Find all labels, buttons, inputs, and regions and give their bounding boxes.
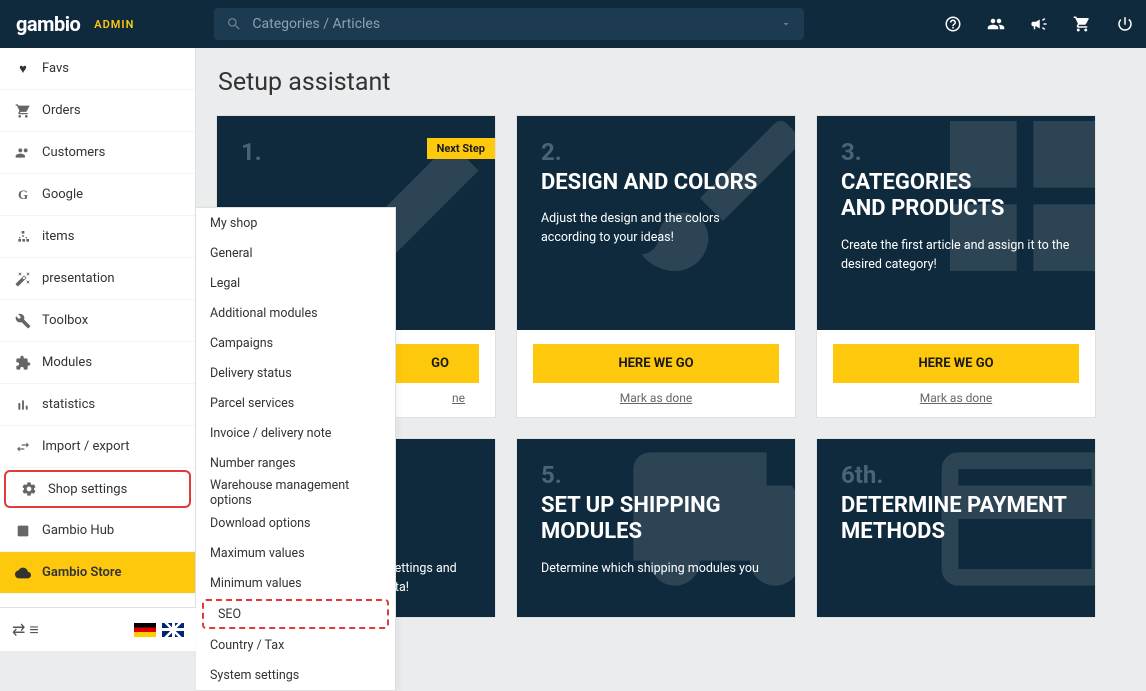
sidebar-item-label: Gambio Store — [42, 565, 121, 580]
cart-icon[interactable] — [1072, 15, 1092, 33]
sidebar-item-presentation[interactable]: presentation — [0, 258, 195, 300]
bottom-bar: ⇄ ≡ — [0, 607, 196, 651]
submenu-item-warehouse[interactable]: Warehouse management options — [196, 478, 395, 508]
submenu-item-minvalues[interactable]: Minimum values — [196, 568, 395, 598]
sidebar-item-label: items — [42, 229, 74, 244]
submenu-item-parcel[interactable]: Parcel services — [196, 388, 395, 418]
page-title: Setup assistant — [218, 68, 1126, 97]
submenu-item-myshop[interactable]: My shop — [196, 208, 395, 238]
search-icon — [226, 16, 242, 32]
search-placeholder: Categories / Articles — [252, 16, 780, 32]
sidebar-item-label: presentation — [42, 271, 115, 286]
search-dropdown[interactable]: Categories / Articles — [214, 8, 804, 40]
sidebar-item-customers[interactable]: Customers — [0, 132, 195, 174]
help-icon[interactable] — [944, 15, 962, 33]
sidebar-item-label: Gambio Hub — [42, 523, 114, 538]
submenu-item-campaigns[interactable]: Campaigns — [196, 328, 395, 358]
flag-de-icon[interactable] — [134, 623, 156, 637]
submenu-item-invoice[interactable]: Invoice / delivery note — [196, 418, 395, 448]
submenu-item-addmodules[interactable]: Additional modules — [196, 298, 395, 328]
wrench-icon — [14, 313, 32, 329]
sidebar-item-google[interactable]: G Google — [0, 174, 195, 216]
submenu-item-maxvalues[interactable]: Maximum values — [196, 538, 395, 568]
brush-shape-icon — [625, 116, 795, 296]
sidebar-item-label: Customers — [42, 145, 105, 160]
puzzle-icon — [14, 355, 32, 371]
submenu-item-delivery[interactable]: Delivery status — [196, 358, 395, 388]
sidebar-item-favs[interactable]: ♥ Favs — [0, 48, 195, 90]
sidebar-item-gambio-hub[interactable]: Gambio Hub — [0, 510, 195, 552]
submenu-item-country[interactable]: Country / Tax — [196, 630, 395, 660]
cart-icon — [14, 103, 32, 119]
logo: gambio — [16, 12, 80, 36]
sidebar-item-label: statistics — [42, 397, 95, 412]
card-2: 2. DESIGN AND COLORS Adjust the design a… — [516, 115, 796, 418]
submenu-item-system[interactable]: System settings — [196, 660, 395, 690]
sidebar-item-label: Favs — [42, 61, 69, 76]
gears-icon — [20, 481, 38, 497]
sidebar-item-orders[interactable]: Orders — [0, 90, 195, 132]
megaphone-icon[interactable] — [1030, 15, 1048, 33]
sidebar-item-gambio-store[interactable]: Gambio Store — [0, 552, 195, 594]
top-icons — [944, 15, 1134, 33]
sidebar-item-toolbox[interactable]: Toolbox — [0, 300, 195, 342]
submenu-item-download[interactable]: Download options — [196, 508, 395, 538]
sitemap-icon — [14, 229, 32, 245]
sidebar-item-label: Modules — [42, 355, 92, 370]
mark-done-link[interactable]: Mark as done — [517, 391, 795, 417]
submenu-item-general[interactable]: General — [196, 238, 395, 268]
users-icon[interactable] — [986, 15, 1006, 33]
chart-icon — [14, 397, 32, 413]
submenu-item-number[interactable]: Number ranges — [196, 448, 395, 478]
sidebar-item-shop-settings[interactable]: Shop settings — [4, 470, 191, 508]
topbar: gambio ADMIN Categories / Articles — [0, 0, 1146, 48]
submenu-item-legal[interactable]: Legal — [196, 268, 395, 298]
sidebar-item-label: Toolbox — [42, 313, 88, 328]
sidebar-item-label: Import / export — [42, 439, 129, 454]
sidebar: ♥ Favs Orders Customers G Google items pre… — [0, 48, 196, 651]
sidebar-item-label: Google — [42, 187, 83, 202]
card-3: 3. CATEGORIES AND PRODUCTS Create the fi… — [816, 115, 1096, 418]
next-step-badge: Next Step — [427, 138, 495, 159]
flag-uk-icon[interactable] — [162, 623, 184, 637]
mark-done-link[interactable]: Mark as done — [817, 391, 1095, 417]
sidebar-item-label: Orders — [42, 103, 81, 118]
google-icon: G — [14, 187, 32, 203]
here-we-go-button[interactable]: HERE WE GO — [833, 344, 1079, 383]
submenu-item-seo[interactable]: SEO — [202, 599, 389, 629]
submenu-shop-settings: My shop General Legal Additional modules… — [196, 207, 396, 691]
card-6: 6th. DETERMINE PAYMENT METHODS — [816, 438, 1096, 618]
hub-icon — [14, 523, 32, 539]
admin-badge: ADMIN — [94, 18, 134, 31]
sidebar-item-modules[interactable]: Modules — [0, 342, 195, 384]
cloud-icon — [14, 565, 32, 581]
chevron-down-icon — [780, 18, 792, 30]
heart-icon: ♥ — [14, 61, 32, 77]
magic-icon — [14, 271, 32, 287]
truck-shape-icon — [625, 439, 795, 617]
sidebar-item-label: Shop settings — [48, 482, 127, 497]
card-shape-icon — [925, 439, 1095, 617]
sidebar-item-items[interactable]: items — [0, 216, 195, 258]
here-we-go-button[interactable]: HERE WE GO — [533, 344, 779, 383]
card-5: 5. SET UP SHIPPING MODULES Determine whi… — [516, 438, 796, 618]
users-icon — [14, 145, 32, 161]
collapse-toggle[interactable]: ⇄ ≡ — [12, 620, 39, 640]
power-icon[interactable] — [1116, 15, 1134, 33]
transfer-icon — [14, 439, 32, 455]
sidebar-item-statistics[interactable]: statistics — [0, 384, 195, 426]
boxes-shape-icon — [925, 116, 1095, 296]
sidebar-item-import-export[interactable]: Import / export — [0, 426, 195, 468]
